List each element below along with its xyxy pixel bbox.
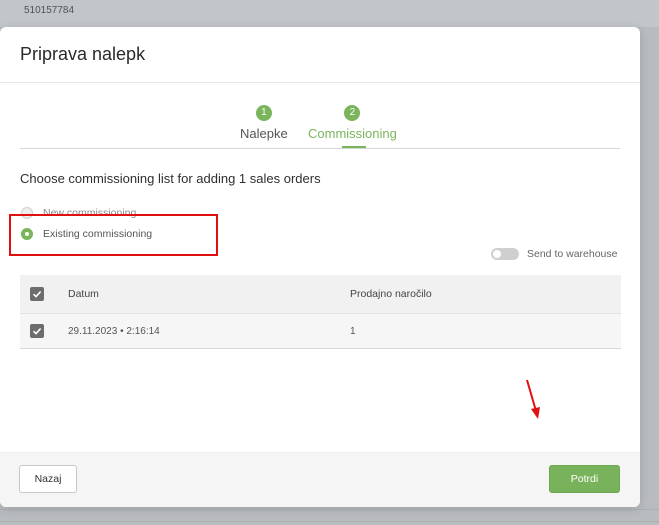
row-checkbox[interactable] [30,324,44,338]
step-number: 2 [344,105,361,121]
section-title: Choose commissioning list for adding 1 s… [20,171,321,186]
table-header: Datum Prodajno naročilo [20,275,621,314]
back-button[interactable]: Nazaj [19,465,77,493]
step-commissioning[interactable]: 2 Commissioning [308,105,397,141]
annotation-highlight-box [9,214,218,256]
dialog-title: Priprava nalepk [20,44,146,64]
column-header-sales-order: Prodajno naročilo [350,288,432,300]
background-divider [0,521,659,522]
column-header-date: Datum [68,288,99,300]
toggle-switch[interactable] [491,248,519,260]
steps-divider [20,148,620,149]
confirm-button[interactable]: Potrdi [549,465,620,493]
send-to-warehouse-toggle[interactable]: Send to warehouse [491,248,617,260]
commissioning-table: Datum Prodajno naročilo 29.11.2023 • 2:1… [20,275,621,349]
cell-sales-order: 1 [350,326,356,337]
step-label: Commissioning [308,126,397,141]
label-preparation-dialog: Priprava nalepk 1 Nalepke 2 Commissionin… [0,27,640,507]
cell-date: 29.11.2023 • 2:16:14 [68,326,160,337]
check-icon [32,291,42,298]
check-icon [32,328,42,335]
background-divider [0,509,659,510]
dialog-header: Priprava nalepk [0,27,640,83]
dialog-footer: Nazaj Potrdi [0,452,640,507]
step-labels[interactable]: 1 Nalepke [240,105,288,141]
annotation-arrow-icon [526,379,540,419]
toggle-knob [493,250,501,258]
toggle-label: Send to warehouse [527,248,618,260]
step-label: Nalepke [240,126,288,141]
background-order-id: 510157784 [24,5,75,16]
table-row[interactable]: 29.11.2023 • 2:16:14 1 [20,314,621,349]
step-number: 1 [255,105,272,121]
background-row: 510157784 [0,0,659,27]
select-all-checkbox[interactable] [30,287,44,301]
